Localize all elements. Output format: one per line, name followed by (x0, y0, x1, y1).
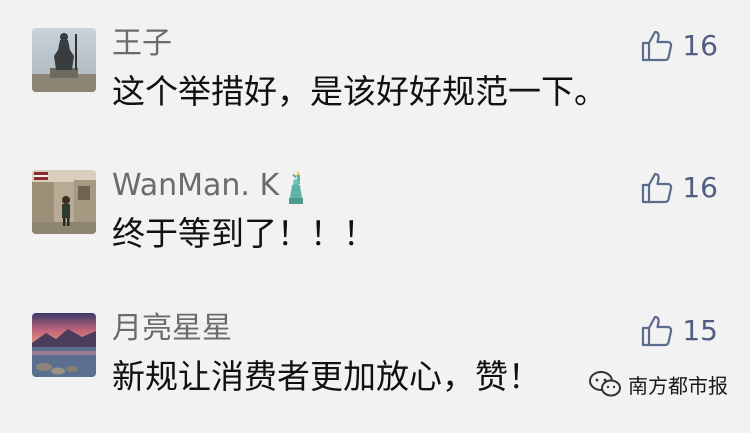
like-count: 16 (682, 171, 718, 204)
comment-username[interactable]: 王子 (112, 24, 172, 64)
username-text: WanMan. K (112, 168, 280, 203)
source-watermark: 南方都市报 (588, 366, 728, 402)
thumbs-up-icon (642, 315, 673, 347)
comment-item: 王子 这个举措好，是该好好规范一下。 16 (0, 26, 750, 148)
avatar[interactable] (32, 170, 96, 234)
wechat-official-account-icon (589, 371, 621, 397)
like-button[interactable]: 16 (640, 168, 718, 208)
comment-username[interactable]: WanMan. K (112, 166, 311, 206)
avatar[interactable] (32, 28, 96, 92)
comment-item: WanMan. K 终于等到了！！！ 16 (0, 168, 750, 290)
comment-text: 终于等到了！！！ (112, 214, 376, 253)
thumbs-up-icon (642, 172, 673, 204)
lake-sunset-avatar-image (32, 313, 96, 377)
statue-of-liberty-emoji (289, 169, 304, 204)
like-count: 15 (682, 314, 718, 347)
street-photo-avatar-image (32, 170, 96, 234)
comment-text: 新规让消费者更加放心，赞！ (112, 357, 541, 396)
comment-username[interactable]: 月亮星星 (112, 309, 232, 349)
like-button[interactable]: 16 (640, 26, 718, 66)
statue-avatar-image (32, 28, 96, 92)
watermark-label: 南方都市报 (628, 373, 728, 398)
like-count: 16 (682, 29, 718, 62)
comment-text: 这个举措好，是该好好规范一下。 (112, 72, 607, 111)
thumbs-up-icon (642, 30, 673, 62)
like-button[interactable]: 15 (640, 311, 718, 351)
avatar[interactable] (32, 313, 96, 377)
